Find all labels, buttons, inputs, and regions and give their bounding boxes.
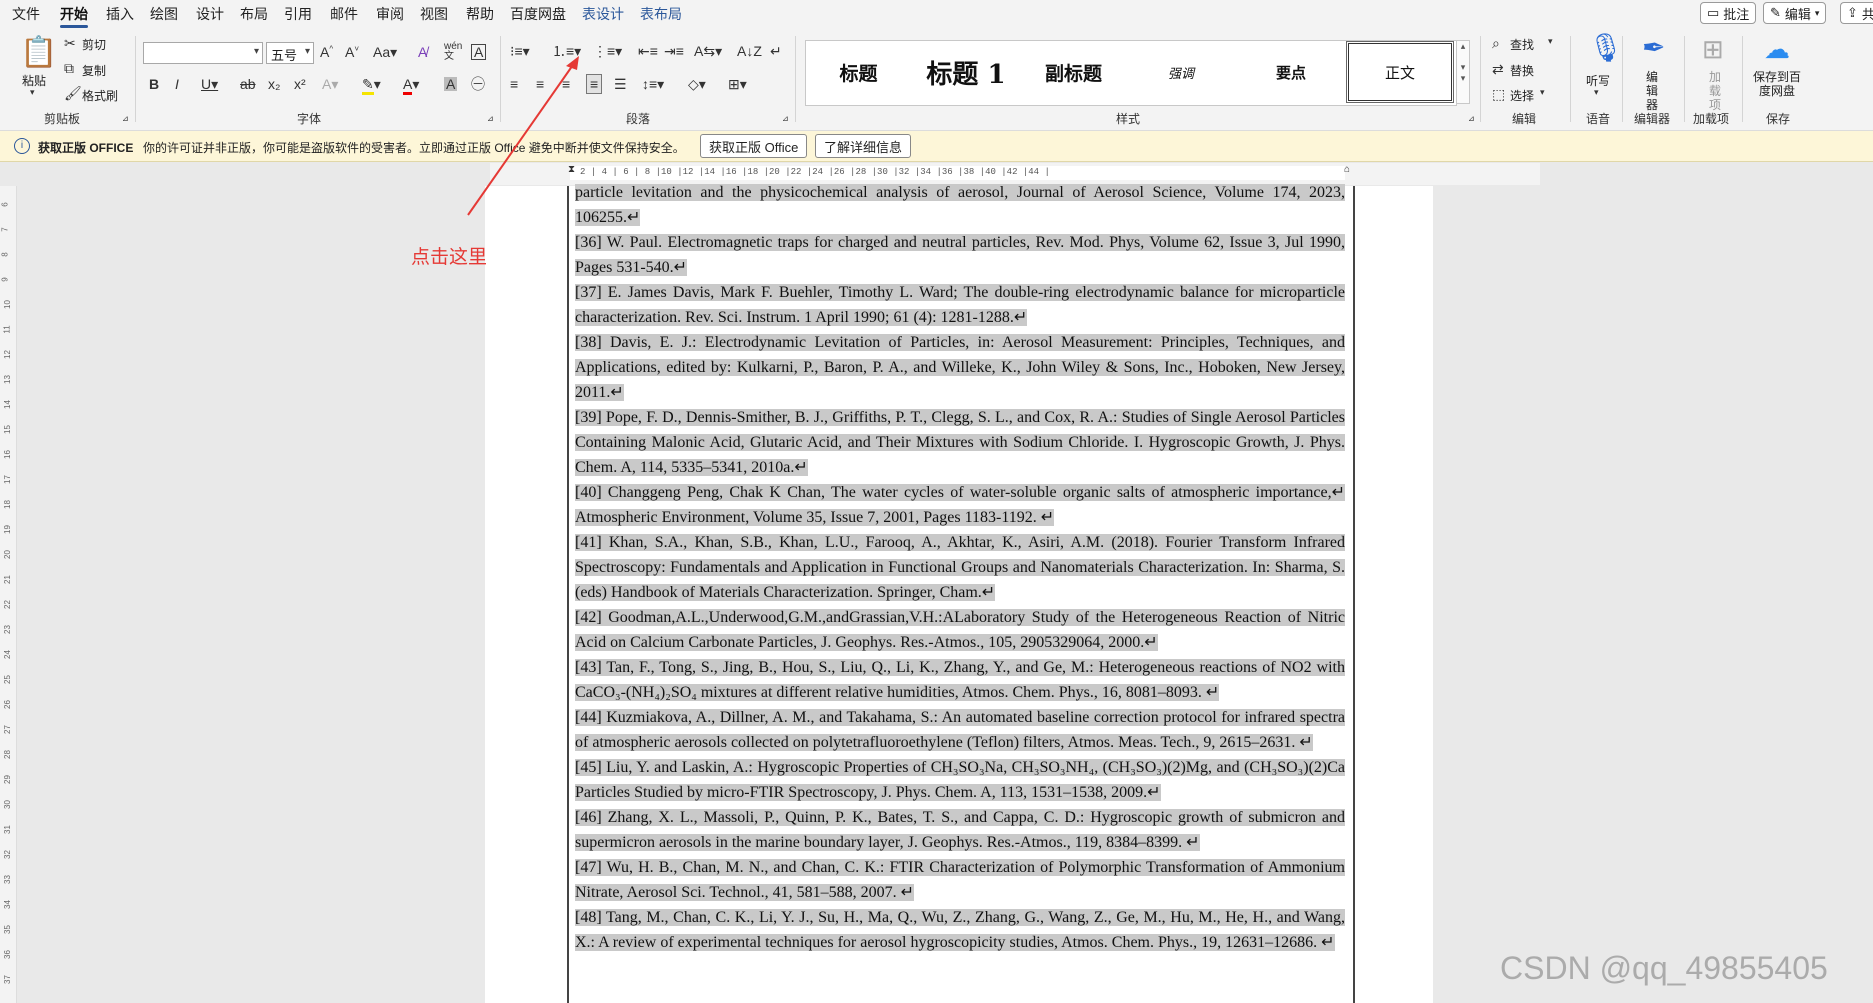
watermark-text: CSDN @qq_49855405 (1500, 950, 1828, 986)
annotation-label: 点击这里 (411, 246, 488, 268)
annotation-arrow (467, 56, 579, 216)
